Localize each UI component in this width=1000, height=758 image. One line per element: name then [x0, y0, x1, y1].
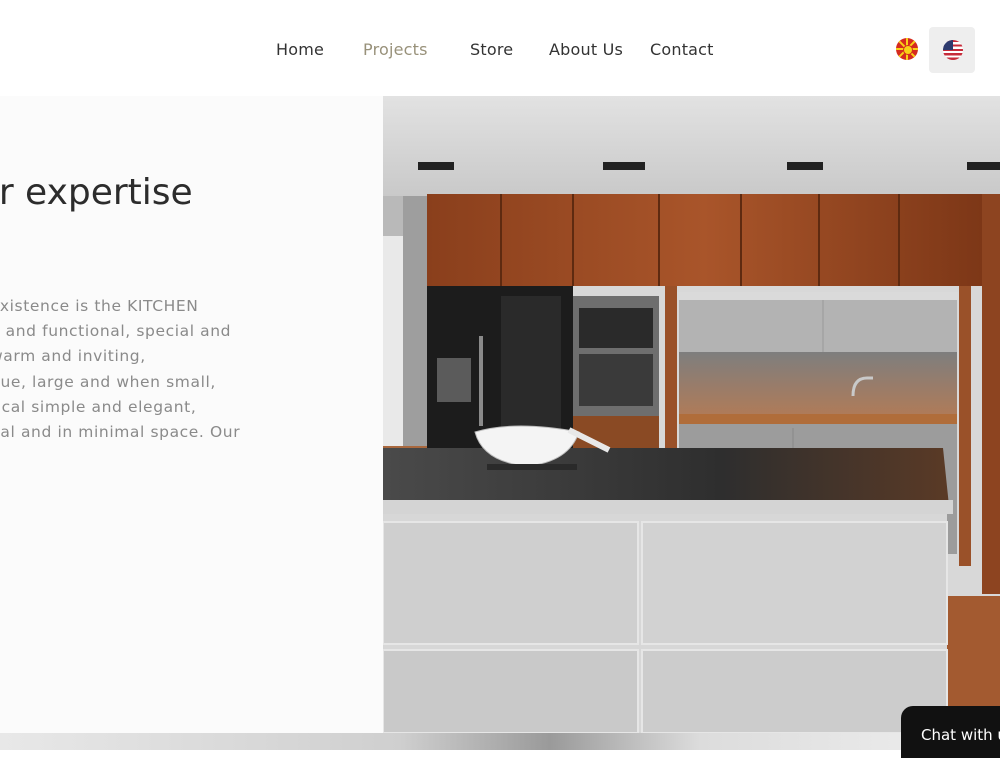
nav-about-us[interactable]: About Us	[549, 40, 623, 59]
paragraph-line: existence is the KITCHEN	[0, 297, 199, 315]
next-section-preview	[0, 733, 1000, 750]
nav-home[interactable]: Home	[276, 40, 324, 59]
nav-contact[interactable]: Contact	[650, 40, 714, 59]
nav-projects[interactable]: Projects	[363, 40, 428, 59]
paragraph-line: warm and inviting,	[0, 347, 146, 366]
paragraph-line: que, large and when small,	[0, 372, 216, 391]
kitchen-photo	[383, 96, 1000, 733]
intro-paragraph: existence is the KITCHEN e and functiona…	[0, 294, 290, 445]
paragraph-line: tical simple and elegant,	[0, 397, 197, 416]
nav-store[interactable]: Store	[470, 40, 513, 59]
section-heading: ur expertise	[0, 172, 193, 214]
chat-label: Chat with u	[921, 726, 1000, 744]
macedonia-flag-icon[interactable]	[896, 38, 918, 60]
paragraph-line: nal and in minimal space. Our	[0, 423, 241, 442]
paragraph-line: e and functional, special and	[0, 322, 232, 341]
language-en-button[interactable]	[929, 27, 975, 73]
top-navigation: Home Projects Store About Us Contact	[0, 0, 1000, 96]
chat-button[interactable]: Chat with u	[901, 706, 1000, 758]
intro-panel: ur expertise existence is the KITCHEN e …	[0, 96, 383, 733]
us-flag-icon	[943, 40, 963, 60]
